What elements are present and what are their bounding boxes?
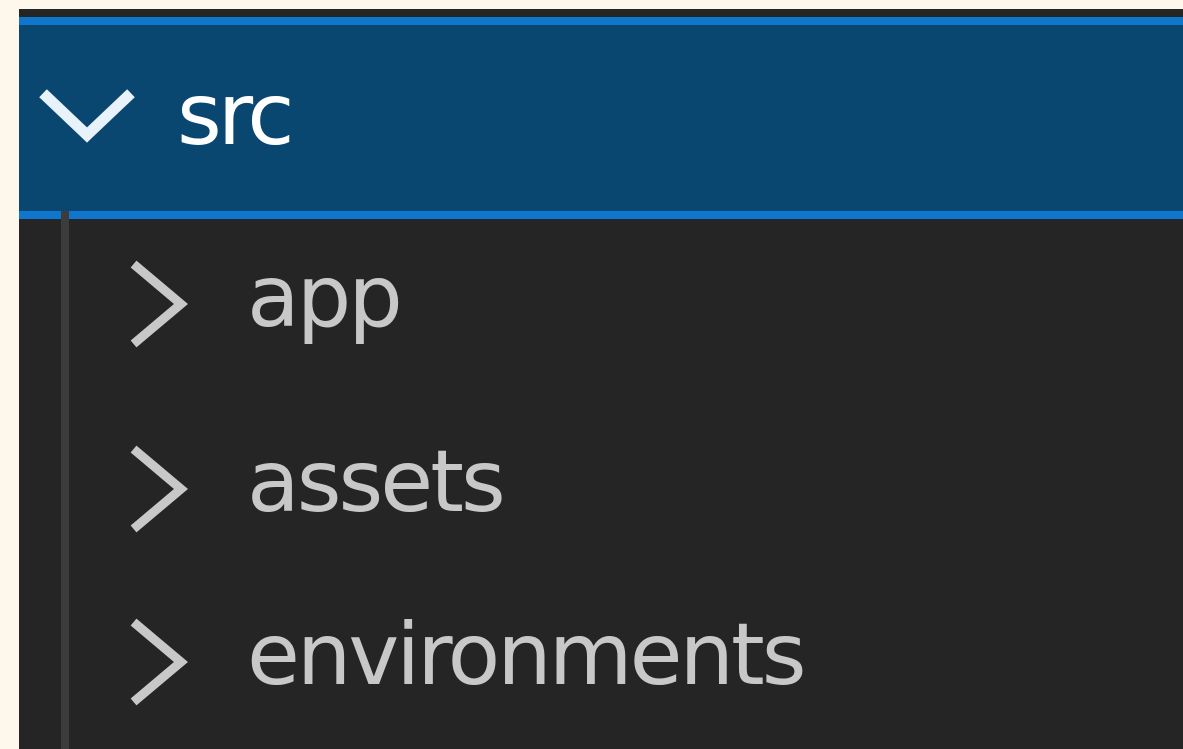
file-explorer-tree: src app assets environments: [19, 9, 1183, 749]
tree-item-label: environments: [247, 605, 807, 705]
tree-item-src-folder[interactable]: src: [19, 17, 1183, 219]
chevron-right-icon[interactable]: [127, 617, 189, 707]
tree-item-environments-folder[interactable]: environments: [19, 577, 1183, 749]
tree-item-label: src: [177, 65, 295, 165]
chevron-right-icon[interactable]: [127, 444, 189, 534]
tree-item-label: app: [247, 247, 403, 347]
tree-item-assets-folder[interactable]: assets: [19, 404, 1183, 579]
tree-item-app-folder[interactable]: app: [19, 219, 1183, 394]
tree-item-label: assets: [247, 432, 506, 532]
chevron-down-icon[interactable]: [39, 73, 135, 163]
chevron-right-icon[interactable]: [127, 259, 189, 349]
